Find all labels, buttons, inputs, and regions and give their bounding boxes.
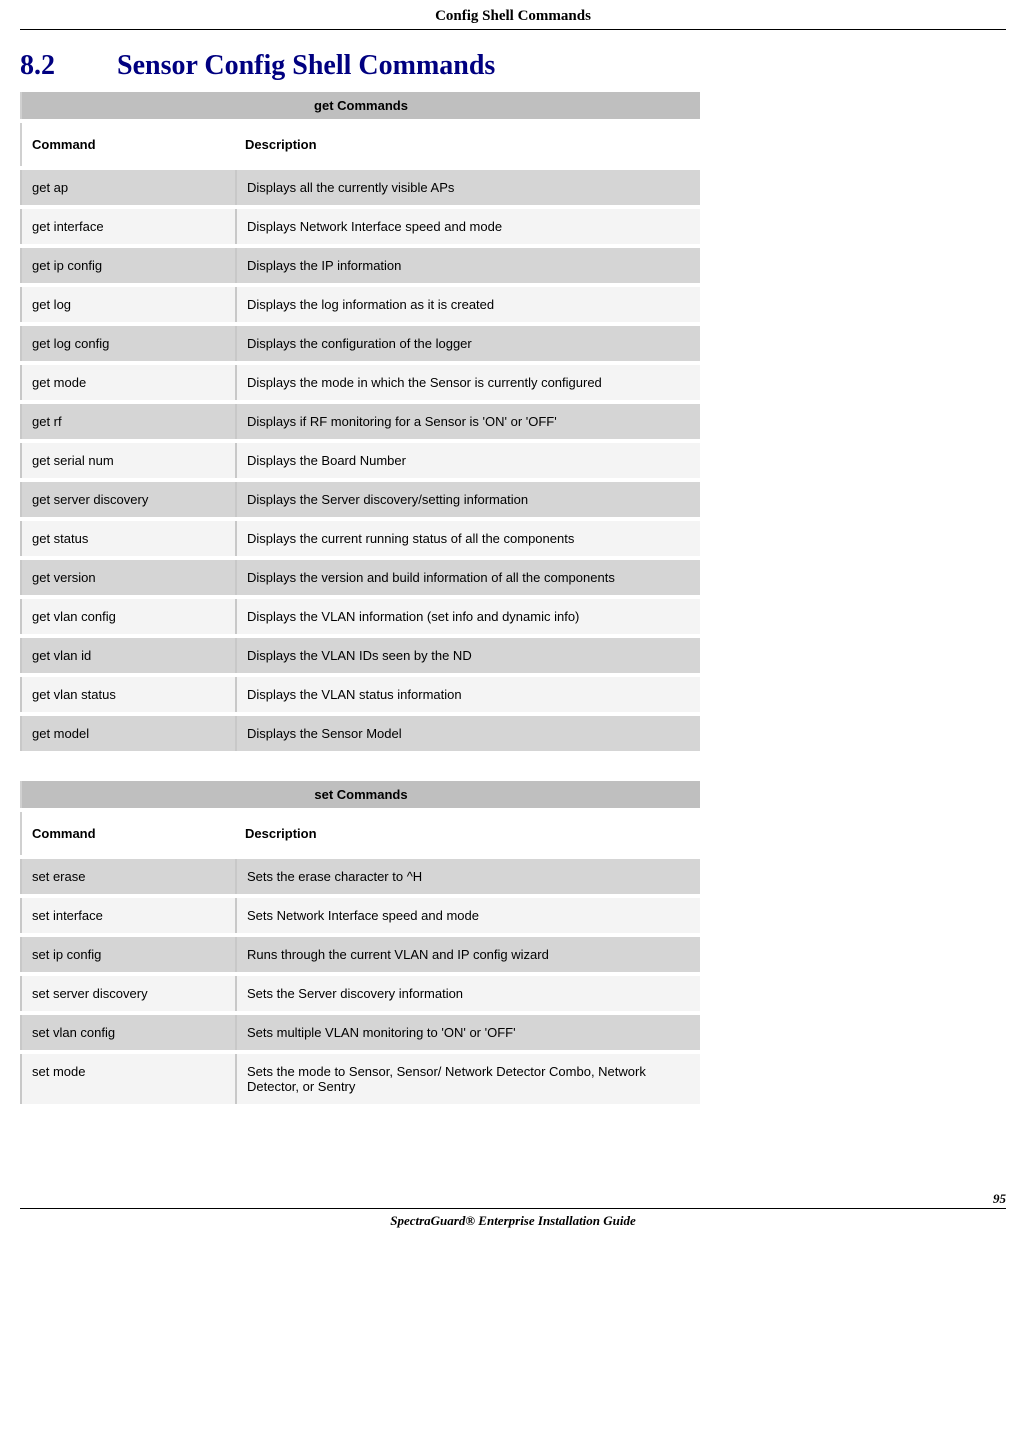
command-cell: get model xyxy=(20,716,235,751)
table-row: get vlan configDisplays the VLAN informa… xyxy=(20,599,700,634)
description-cell: Displays the VLAN status information xyxy=(235,677,700,712)
table-row: set server discoverySets the Server disc… xyxy=(20,976,700,1011)
section-title: Sensor Config Shell Commands xyxy=(117,50,495,81)
footer-text: SpectraGuard® Enterprise Installation Gu… xyxy=(390,1213,636,1228)
table-row: get versionDisplays the version and buil… xyxy=(20,560,700,595)
table-title: set Commands xyxy=(20,781,700,808)
section-number: 8.2 xyxy=(20,50,110,82)
description-cell: Displays the configuration of the logger xyxy=(235,326,700,361)
table-row: set interfaceSets Network Interface spee… xyxy=(20,898,700,933)
command-cell: set vlan config xyxy=(20,1015,235,1050)
description-cell: Displays the Sensor Model xyxy=(235,716,700,751)
page-number: 95 xyxy=(993,1191,1006,1207)
description-cell: Displays Network Interface speed and mod… xyxy=(235,209,700,244)
table-title: get Commands xyxy=(20,92,700,119)
table-row: get modeDisplays the mode in which the S… xyxy=(20,365,700,400)
command-cell: get rf xyxy=(20,404,235,439)
description-cell: Sets the mode to Sensor, Sensor/ Network… xyxy=(235,1054,700,1104)
table-row: get apDisplays all the currently visible… xyxy=(20,170,700,205)
table-row: set vlan configSets multiple VLAN monito… xyxy=(20,1015,700,1050)
command-cell: get vlan config xyxy=(20,599,235,634)
table-row: get rfDisplays if RF monitoring for a Se… xyxy=(20,404,700,439)
description-cell: Displays the Server discovery/setting in… xyxy=(235,482,700,517)
command-cell: get version xyxy=(20,560,235,595)
table-row: set eraseSets the erase character to ^H xyxy=(20,859,700,894)
table-row: get interfaceDisplays Network Interface … xyxy=(20,209,700,244)
page-footer: 95 SpectraGuard® Enterprise Installation… xyxy=(20,1208,1006,1229)
command-cell: get interface xyxy=(20,209,235,244)
table-row: get server discoveryDisplays the Server … xyxy=(20,482,700,517)
command-cell: get ap xyxy=(20,170,235,205)
section-heading: 8.2 Sensor Config Shell Commands xyxy=(20,50,1006,82)
get-commands-table: get Commands Command Description get apD… xyxy=(20,88,700,755)
table-title-row: set Commands xyxy=(20,781,700,808)
description-cell: Sets Network Interface speed and mode xyxy=(235,898,700,933)
page-header: Config Shell Commands xyxy=(20,0,1006,30)
command-cell: set server discovery xyxy=(20,976,235,1011)
table-row: set ip configRuns through the current VL… xyxy=(20,937,700,972)
command-cell: set ip config xyxy=(20,937,235,972)
command-cell: get vlan status xyxy=(20,677,235,712)
description-cell: Runs through the current VLAN and IP con… xyxy=(235,937,700,972)
table-row: get modelDisplays the Sensor Model xyxy=(20,716,700,751)
table-row: set modeSets the mode to Sensor, Sensor/… xyxy=(20,1054,700,1104)
command-cell: get status xyxy=(20,521,235,556)
description-cell: Displays the VLAN information (set info … xyxy=(235,599,700,634)
description-cell: Displays all the currently visible APs xyxy=(235,170,700,205)
command-cell: get log config xyxy=(20,326,235,361)
column-header-description: Description xyxy=(235,123,700,166)
column-header-command: Command xyxy=(20,123,235,166)
table-row: get statusDisplays the current running s… xyxy=(20,521,700,556)
table-row: get logDisplays the log information as i… xyxy=(20,287,700,322)
column-header-command: Command xyxy=(20,812,235,855)
table-title-row: get Commands xyxy=(20,92,700,119)
table-row: get ip configDisplays the IP information xyxy=(20,248,700,283)
command-cell: set mode xyxy=(20,1054,235,1104)
command-cell: set erase xyxy=(20,859,235,894)
description-cell: Displays the VLAN IDs seen by the ND xyxy=(235,638,700,673)
description-cell: Sets the erase character to ^H xyxy=(235,859,700,894)
table-header-row: Command Description xyxy=(20,812,700,855)
table-row: get serial numDisplays the Board Number xyxy=(20,443,700,478)
command-cell: get server discovery xyxy=(20,482,235,517)
table-row: get log configDisplays the configuration… xyxy=(20,326,700,361)
description-cell: Displays the version and build informati… xyxy=(235,560,700,595)
command-cell: get ip config xyxy=(20,248,235,283)
set-commands-table: set Commands Command Description set era… xyxy=(20,777,700,1108)
command-cell: set interface xyxy=(20,898,235,933)
description-cell: Sets multiple VLAN monitoring to 'ON' or… xyxy=(235,1015,700,1050)
command-cell: get serial num xyxy=(20,443,235,478)
description-cell: Displays if RF monitoring for a Sensor i… xyxy=(235,404,700,439)
table-row: get vlan idDisplays the VLAN IDs seen by… xyxy=(20,638,700,673)
description-cell: Displays the mode in which the Sensor is… xyxy=(235,365,700,400)
description-cell: Displays the log information as it is cr… xyxy=(235,287,700,322)
description-cell: Displays the IP information xyxy=(235,248,700,283)
description-cell: Sets the Server discovery information xyxy=(235,976,700,1011)
command-cell: get log xyxy=(20,287,235,322)
command-cell: get vlan id xyxy=(20,638,235,673)
table-row: get vlan statusDisplays the VLAN status … xyxy=(20,677,700,712)
description-cell: Displays the Board Number xyxy=(235,443,700,478)
header-title: Config Shell Commands xyxy=(435,8,591,24)
description-cell: Displays the current running status of a… xyxy=(235,521,700,556)
table-header-row: Command Description xyxy=(20,123,700,166)
column-header-description: Description xyxy=(235,812,700,855)
command-cell: get mode xyxy=(20,365,235,400)
